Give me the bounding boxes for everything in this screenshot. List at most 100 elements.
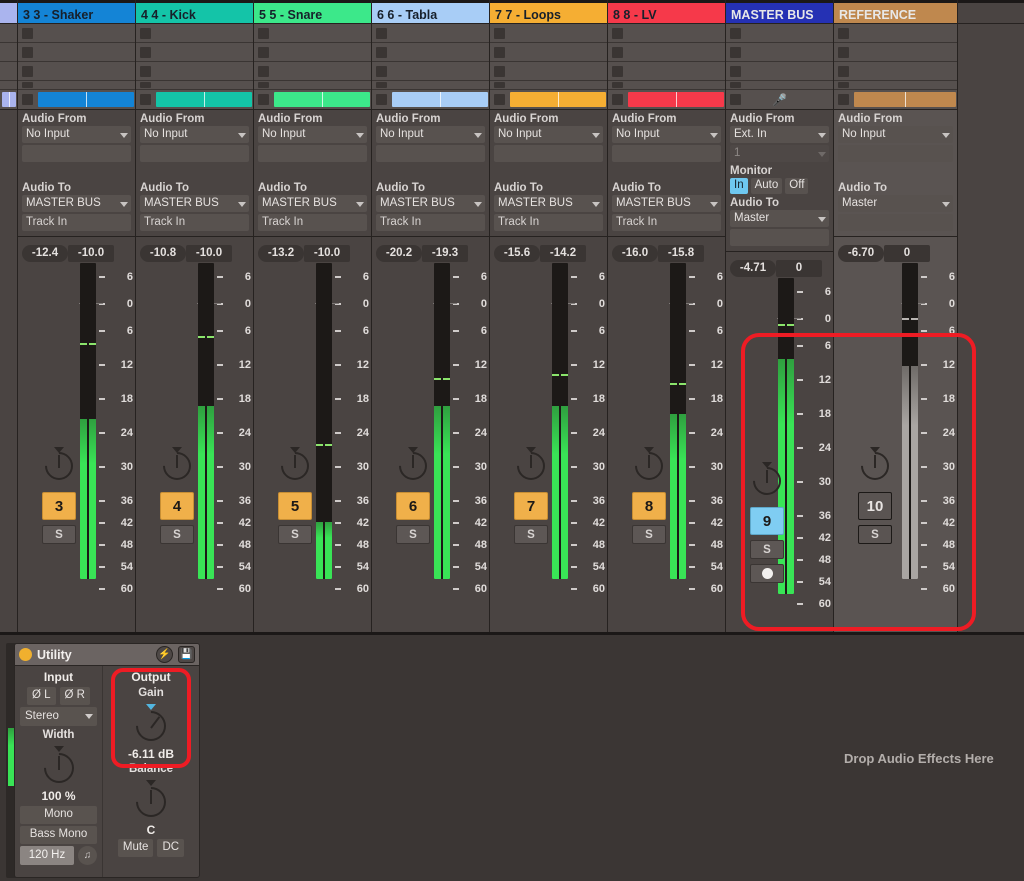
audio-from-sub-select[interactable] [612, 145, 721, 162]
width-knob[interactable] [36, 744, 82, 790]
clip-slot[interactable] [136, 43, 253, 62]
arm-button-master-bus[interactable] [750, 564, 784, 583]
clip-stop-button[interactable] [838, 46, 849, 58]
phase-invert-right-button[interactable]: Ø R [59, 687, 90, 705]
clip-stop-button[interactable] [494, 27, 505, 39]
clip-slot[interactable] [490, 90, 607, 109]
clip-stop-button[interactable] [838, 65, 849, 77]
clip[interactable] [38, 92, 134, 107]
track-activator-kick[interactable]: 4 [160, 492, 194, 520]
clip-slot[interactable] [254, 62, 371, 81]
clip-stop-button[interactable] [730, 82, 741, 88]
track-name-tabla[interactable]: 6 6 - Tabla [372, 0, 489, 24]
clip-stop-button[interactable] [838, 27, 849, 39]
audio-from-sub-select[interactable] [140, 145, 249, 162]
monitor-off-button[interactable]: Off [785, 178, 809, 194]
peak-value[interactable]: -20.2 [376, 245, 422, 262]
clip-slot[interactable] [18, 62, 135, 81]
clip-slot[interactable] [0, 24, 17, 43]
gain-knob[interactable] [128, 702, 174, 748]
audio-from-sub-select[interactable] [22, 145, 131, 162]
bass-mono-frequency[interactable]: 120 Hz [20, 846, 74, 865]
clip-stop-button[interactable] [494, 82, 505, 88]
mute-button[interactable]: Mute [117, 839, 154, 857]
track-name-master-bus[interactable]: MASTER BUS [726, 0, 833, 24]
clip-slot[interactable] [0, 62, 17, 81]
track-activator-lv[interactable]: 8 [632, 492, 666, 520]
clip-stop-button[interactable] [376, 65, 387, 77]
clip-slot[interactable] [834, 43, 957, 62]
clip-stop-button[interactable] [612, 82, 623, 88]
audio-from-select[interactable]: No Input [838, 126, 953, 143]
clip-slot[interactable] [136, 62, 253, 81]
volume-value[interactable]: 0 [884, 245, 930, 262]
clip-stop-button[interactable] [612, 27, 623, 39]
audio-to-sub-select[interactable] [838, 214, 953, 231]
clip-stop-button[interactable] [22, 94, 33, 105]
clip-slot[interactable] [0, 81, 17, 90]
clip[interactable] [274, 92, 370, 107]
peak-value[interactable]: -10.8 [140, 245, 186, 262]
clip-slot[interactable] [136, 24, 253, 43]
clip-stop-button[interactable] [838, 82, 849, 88]
peak-value[interactable]: -12.4 [22, 245, 68, 262]
track-name-loops[interactable]: 7 7 - Loops [490, 0, 607, 24]
clip-slot[interactable] [834, 81, 957, 90]
clip-slot[interactable] [0, 90, 17, 109]
solo-button-snare[interactable]: S [278, 525, 312, 544]
clip-stop-button[interactable] [258, 27, 269, 39]
audio-from-select[interactable]: No Input [258, 126, 367, 143]
clip-slot[interactable] [608, 90, 725, 109]
track-strip-lv[interactable]: 8 8 - LV Audio From No Input Audio To MASTER… [608, 0, 726, 632]
volume-value[interactable]: -10.0 [68, 245, 114, 262]
clip-stop-button[interactable] [22, 27, 33, 39]
clip-stop-button[interactable] [730, 27, 741, 39]
volume-value[interactable]: -19.3 [422, 245, 468, 262]
pan-knob[interactable] [629, 446, 669, 486]
clip[interactable] [854, 92, 956, 107]
clip-slot[interactable] [834, 90, 957, 109]
device-power-led[interactable] [19, 648, 32, 661]
power-toggle-icon[interactable]: ⚡ [156, 646, 173, 663]
volume-value[interactable]: 0 [776, 260, 822, 277]
clip-slot[interactable] [372, 81, 489, 90]
solo-button-reference[interactable]: S [858, 525, 892, 544]
volume-value[interactable]: -10.0 [304, 245, 350, 262]
clip-stop-button[interactable] [376, 46, 387, 58]
volume-value[interactable]: -10.0 [186, 245, 232, 262]
clip-stop-button[interactable] [258, 82, 269, 88]
audio-from-select[interactable]: No Input [612, 126, 721, 143]
peak-value[interactable]: -6.70 [838, 245, 884, 262]
audio-to-sub-select[interactable]: Track In [612, 214, 721, 231]
clip-slot[interactable] [372, 90, 489, 109]
audio-to-select[interactable]: MASTER BUS [376, 195, 485, 212]
monitor-in-button[interactable]: In [730, 178, 748, 194]
bass-mono-button[interactable]: Bass Mono [20, 826, 97, 844]
audio-from-sub-select[interactable] [838, 145, 953, 162]
track-strip-shaker[interactable]: 3 3 - Shaker Audio From No Input Audio To MA… [18, 0, 136, 632]
clip-slot[interactable] [254, 90, 371, 109]
audio-from-select[interactable]: No Input [494, 126, 603, 143]
clip-stop-button[interactable] [494, 94, 505, 105]
clip-stop-button[interactable] [22, 65, 33, 77]
clip-stop-button[interactable] [494, 46, 505, 58]
pan-knob[interactable] [393, 446, 433, 486]
clip-slot[interactable] [18, 43, 135, 62]
audio-from-sub-select[interactable] [494, 145, 603, 162]
clip-slot[interactable] [490, 62, 607, 81]
clip-stop-button[interactable] [258, 94, 269, 105]
audio-from-sub-select[interactable] [258, 145, 367, 162]
channel-mode-select[interactable]: Stereo [20, 707, 97, 726]
clip-slot[interactable] [254, 43, 371, 62]
volume-value[interactable]: -14.2 [540, 245, 586, 262]
clip-stop-button[interactable] [730, 65, 741, 77]
track-name-kick[interactable]: 4 4 - Kick [136, 0, 253, 24]
track-strip-tabla[interactable]: 6 6 - Tabla Audio From No Input Audio To MAS… [372, 0, 490, 632]
clip-stop-button[interactable] [140, 27, 151, 39]
clip-slot[interactable] [254, 81, 371, 90]
clip-slot[interactable] [372, 62, 489, 81]
audio-to-sub-select[interactable]: Track In [22, 214, 131, 231]
clip-slot[interactable] [608, 81, 725, 90]
clip-slot[interactable] [18, 81, 135, 90]
audio-from-sub-select[interactable]: 1 [730, 145, 829, 162]
